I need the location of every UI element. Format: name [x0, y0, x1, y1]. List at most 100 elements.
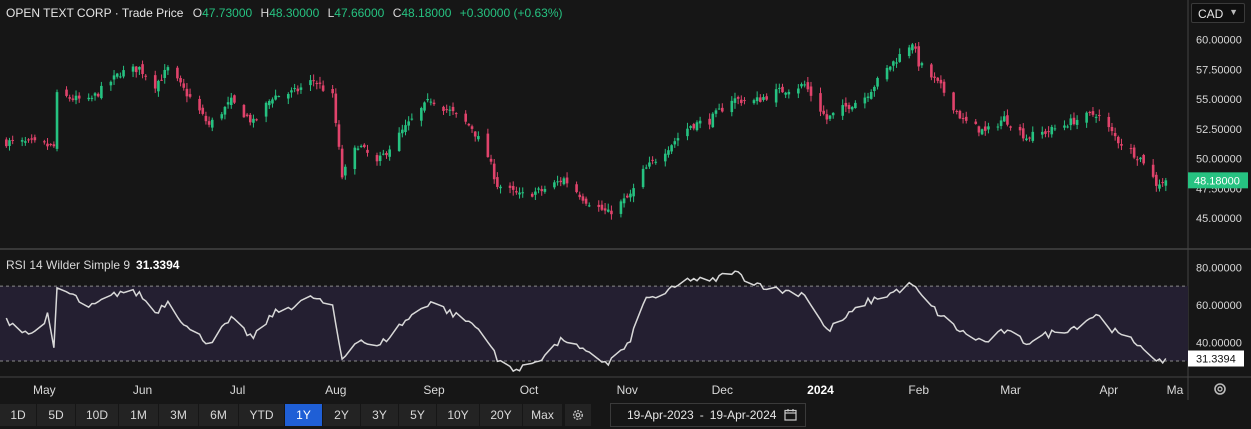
- candle: [841, 99, 844, 120]
- x-axis-tick: Jun: [133, 383, 152, 397]
- x-axis-tick: Ma: [1167, 383, 1184, 397]
- candle: [115, 72, 119, 79]
- candle: [331, 85, 334, 98]
- range-button-1m[interactable]: 1M: [119, 404, 159, 426]
- candle: [863, 92, 867, 109]
- candle: [958, 109, 962, 120]
- candle: [43, 139, 46, 145]
- candle: [933, 72, 936, 83]
- candle: [33, 134, 37, 143]
- candle: [1094, 113, 1098, 123]
- candle: [980, 128, 984, 136]
- x-axis-tick: Nov: [617, 383, 638, 397]
- candle: [987, 122, 990, 134]
- date-from: 19-Apr-2023: [627, 408, 694, 422]
- candle: [448, 105, 452, 117]
- range-button-ytd[interactable]: YTD: [239, 404, 285, 426]
- range-button-1d[interactable]: 1D: [0, 404, 37, 426]
- candle: [1161, 178, 1164, 187]
- candle: [356, 145, 360, 151]
- candle: [740, 95, 743, 106]
- candle: [1158, 179, 1161, 192]
- candle: [629, 189, 632, 202]
- candle: [1075, 115, 1079, 130]
- range-button-6m[interactable]: 6M: [199, 404, 239, 426]
- candle: [489, 154, 493, 165]
- range-button-3y[interactable]: 3Y: [361, 404, 399, 426]
- high-value: 48.30000: [269, 6, 320, 20]
- candle: [654, 158, 658, 165]
- candle: [1063, 120, 1066, 131]
- rsi-value: 31.3394: [136, 258, 180, 272]
- calendar-icon: [784, 408, 797, 424]
- chart-settings-icon[interactable]: [1212, 381, 1228, 402]
- candle: [575, 181, 578, 194]
- candle: [264, 101, 268, 123]
- candle: [486, 128, 490, 158]
- candle: [781, 83, 784, 93]
- range-button-5d[interactable]: 5D: [37, 404, 76, 426]
- candle: [318, 76, 322, 89]
- candle: [1110, 122, 1114, 136]
- candle: [499, 184, 502, 194]
- candle: [936, 77, 940, 84]
- candle: [454, 112, 458, 118]
- candle: [534, 187, 537, 200]
- candle: [977, 125, 981, 137]
- candle: [952, 91, 955, 114]
- candle: [733, 92, 737, 109]
- candle: [606, 203, 610, 213]
- candle: [93, 92, 97, 101]
- candle: [1129, 143, 1133, 154]
- candle: [1040, 126, 1044, 139]
- rsi-axis-tick: 60.00000: [1196, 300, 1242, 312]
- price-chart[interactable]: 60.00000 57.50000 55.00000 52.50000 50.00000…: [0, 0, 1251, 429]
- date-range-picker[interactable]: 19-Apr-2023 - 19-Apr-2024: [610, 403, 806, 427]
- candle: [708, 113, 711, 130]
- price-axis-tick: 57.50000: [1196, 64, 1242, 76]
- candle: [233, 94, 236, 104]
- candle: [885, 64, 889, 82]
- candle: [961, 113, 965, 124]
- x-axis-tick: Aug: [325, 383, 346, 397]
- candle: [24, 136, 27, 146]
- toolbar-settings-button[interactable]: [565, 404, 591, 426]
- candle: [892, 60, 895, 72]
- candle: [825, 109, 829, 125]
- candle: [521, 187, 525, 198]
- range-button-max[interactable]: Max: [523, 404, 563, 426]
- range-button-20y[interactable]: 20Y: [480, 404, 523, 426]
- candle: [109, 80, 113, 91]
- candle: [90, 95, 94, 102]
- candle: [30, 134, 33, 144]
- candle: [397, 127, 401, 152]
- range-button-1y[interactable]: 1Y: [285, 404, 323, 426]
- range-button-5y[interactable]: 5Y: [399, 404, 437, 426]
- currency-select[interactable]: CAD ▼: [1191, 3, 1245, 23]
- candle: [1085, 111, 1088, 128]
- candle: [689, 125, 692, 131]
- range-button-10d[interactable]: 10D: [76, 404, 119, 426]
- candle: [46, 138, 49, 150]
- candle: [752, 98, 756, 105]
- candle: [176, 65, 179, 82]
- candle: [1021, 123, 1025, 142]
- rsi-axis-tick: 40.00000: [1196, 337, 1242, 349]
- candle: [1142, 153, 1145, 166]
- candle: [698, 116, 702, 129]
- rsi-label: RSI 14 Wilder Simple 9: [6, 258, 131, 272]
- candle: [366, 144, 369, 157]
- candle: [344, 164, 347, 180]
- candle: [1097, 109, 1101, 122]
- range-button-3m[interactable]: 3M: [159, 404, 199, 426]
- candle: [220, 112, 224, 121]
- range-button-10y[interactable]: 10Y: [437, 404, 480, 426]
- range-button-2y[interactable]: 2Y: [323, 404, 361, 426]
- candle: [562, 176, 566, 186]
- candle: [321, 80, 325, 92]
- candle: [337, 120, 341, 150]
- candle: [144, 73, 148, 81]
- price-legend: OPEN TEXT CORP · Trade Price O47.73000 H…: [6, 6, 563, 20]
- candle: [641, 165, 645, 189]
- high-label: H: [260, 6, 270, 20]
